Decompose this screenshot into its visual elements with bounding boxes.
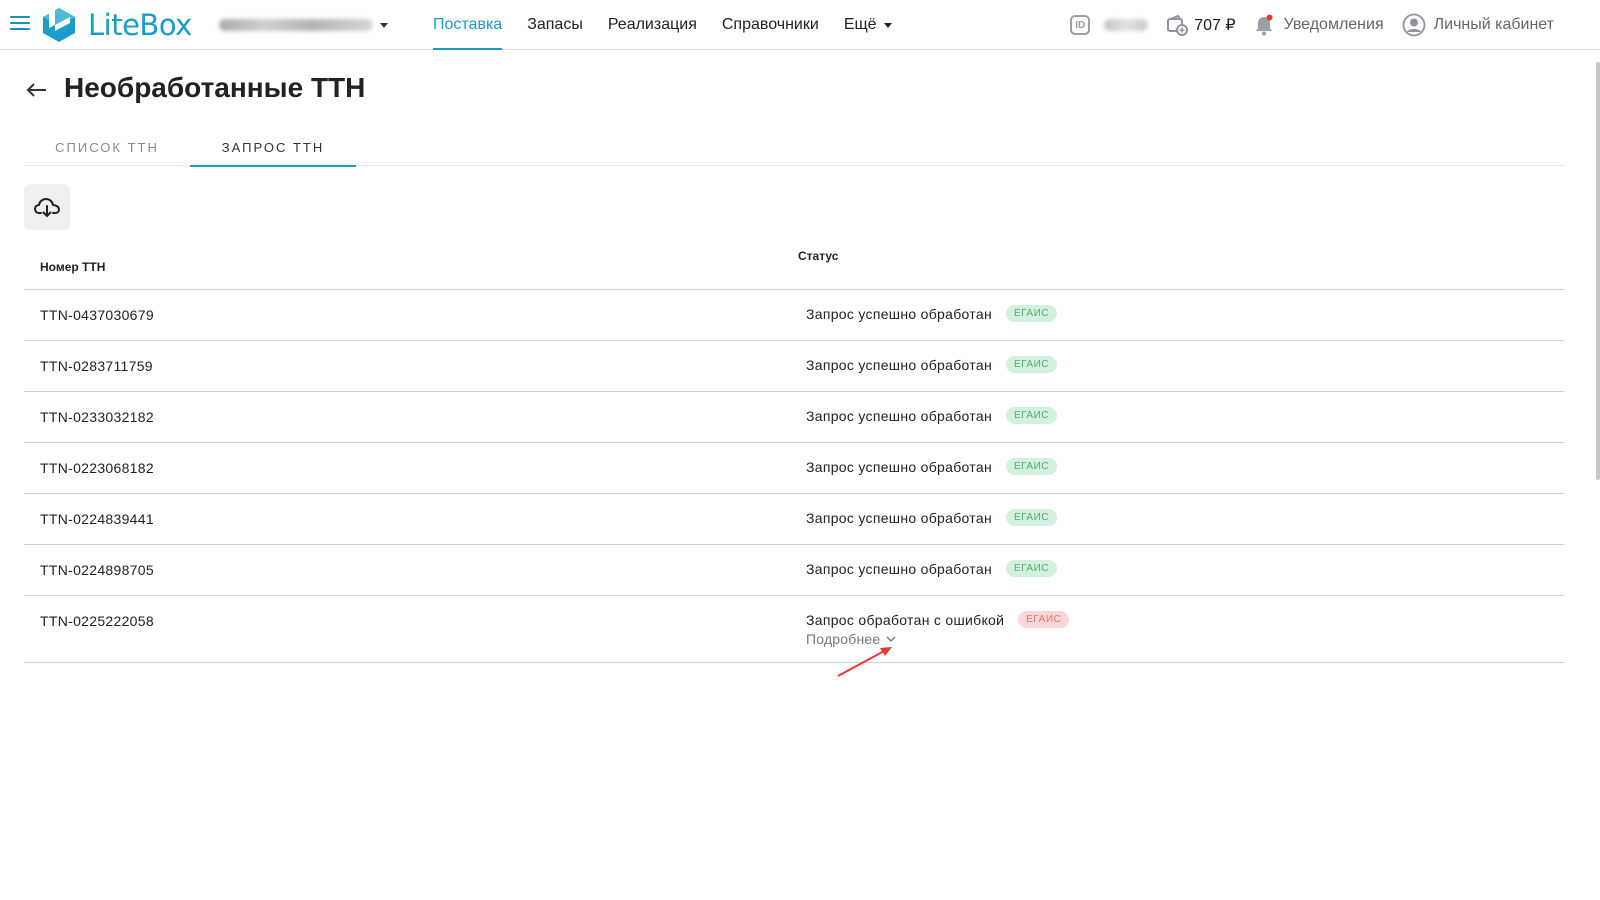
notifications-link[interactable]: Уведомления xyxy=(1284,16,1384,34)
table-row[interactable]: TTN-0224839441 Запрос успешно обработан ЕГ… xyxy=(24,494,1564,545)
table-header: Номер ТТН Статус xyxy=(24,240,1564,290)
top-bar: LiteBox Поставка Запасы Реализация Справ… xyxy=(0,0,1600,50)
bell-icon[interactable] xyxy=(1254,14,1274,36)
table-row[interactable]: TTN-0224898705 Запрос успешно обработан ЕГ… xyxy=(24,545,1564,596)
status-badge: ЕГАИС xyxy=(1005,509,1057,526)
menu-icon[interactable] xyxy=(10,16,30,32)
table-body: TTN-0437030679 Запрос успешно обработан ЕГ… xyxy=(24,290,1564,663)
cloud-download-icon xyxy=(34,198,60,217)
nav-item-sales[interactable]: Реализация xyxy=(608,0,697,50)
id-icon: ID xyxy=(1070,15,1091,35)
ttn-number: TTN-0283711759 xyxy=(40,358,153,374)
status-badge: ЕГАИС xyxy=(1005,458,1057,475)
litebox-logo-icon xyxy=(43,8,75,42)
ttn-number: TTN-0225222058 xyxy=(40,613,154,629)
tab-ttn-list[interactable]: СПИСОК ТТН xyxy=(24,128,190,166)
status-text: Запрос успешно обработан xyxy=(806,408,992,424)
status-text: Запрос успешно обработан xyxy=(806,306,992,322)
user-icon[interactable] xyxy=(1402,13,1426,37)
table-row[interactable]: TTN-0283711759 Запрос успешно обработан ЕГ… xyxy=(24,341,1564,392)
main-nav: Поставка Запасы Реализация Справочники Е… xyxy=(433,0,917,50)
nav-item-label: Запасы xyxy=(527,16,583,33)
download-button[interactable] xyxy=(24,184,70,230)
column-header-status[interactable]: Статус xyxy=(798,249,838,263)
ttn-number: TTN-0223068182 xyxy=(40,460,154,476)
caret-down-icon xyxy=(883,22,892,28)
header-tools: ID 707 ₽ Уведомления Личный кабинет xyxy=(1070,0,1600,50)
nav-item-stock[interactable]: Запасы xyxy=(527,0,583,50)
status-badge: ЕГАИС xyxy=(1005,560,1057,577)
organization-selector[interactable] xyxy=(219,15,388,35)
status-text: Запрос успешно обработан xyxy=(806,459,992,475)
nav-item-directories[interactable]: Справочники xyxy=(722,0,819,50)
status-text: Запрос успешно обработан xyxy=(806,357,992,373)
details-toggle[interactable]: Подробнее xyxy=(806,631,896,647)
page-title: Необработанные ТТН xyxy=(64,72,366,103)
tabs: СПИСОК ТТН ЗАПРОС ТТН xyxy=(24,128,1564,167)
logo[interactable]: LiteBox xyxy=(40,5,192,45)
status-text: Запрос успешно обработан xyxy=(806,561,992,577)
status-badge: ЕГАИС xyxy=(1005,407,1057,424)
nav-item-supply[interactable]: Поставка xyxy=(433,0,503,50)
tab-label: СПИСОК ТТН xyxy=(55,139,159,155)
id-icon-label: ID xyxy=(1075,19,1086,31)
table-row[interactable]: TTN-0437030679 Запрос успешно обработан ЕГ… xyxy=(24,290,1564,341)
nav-item-label: Поставка xyxy=(433,16,503,33)
balance-amount[interactable]: 707 ₽ xyxy=(1194,15,1235,35)
tab-label: ЗАПРОС ТТН xyxy=(221,139,325,155)
brand-name: LiteBox xyxy=(88,8,192,42)
ttn-table: Номер ТТН Статус TTN-0437030679 Запрос ус… xyxy=(24,240,1564,663)
nav-item-more[interactable]: Ещё xyxy=(844,0,892,50)
account-id-redacted xyxy=(1104,19,1149,31)
chevron-down-icon xyxy=(886,636,896,643)
ttn-number: TTN-0437030679 xyxy=(40,307,154,323)
status-badge: ЕГАИС xyxy=(1005,305,1057,322)
status-text: Запрос обработан с ошибкой xyxy=(806,612,1005,628)
tab-ttn-request[interactable]: ЗАПРОС ТТН xyxy=(190,128,356,167)
details-toggle-label: Подробнее xyxy=(806,631,881,647)
ttn-number: TTN-0224839441 xyxy=(40,511,154,527)
nav-item-label: Реализация xyxy=(607,16,697,33)
account-link[interactable]: Личный кабинет xyxy=(1434,16,1554,34)
column-header-number[interactable]: Номер ТТН xyxy=(40,260,105,274)
back-arrow-icon[interactable] xyxy=(24,80,48,100)
status-text: Запрос успешно обработан xyxy=(806,510,992,526)
scrollbar[interactable] xyxy=(1596,62,1600,480)
nav-item-label: Справочники xyxy=(721,16,819,33)
table-row[interactable]: TTN-0223068182 Запрос успешно обработан ЕГ… xyxy=(24,443,1564,494)
wallet-icon[interactable] xyxy=(1166,14,1189,36)
caret-down-icon xyxy=(380,22,388,28)
table-row[interactable]: TTN-0233032182 Запрос успешно обработан ЕГ… xyxy=(24,392,1564,443)
nav-item-label: Ещё xyxy=(843,16,877,33)
ttn-number: TTN-0224898705 xyxy=(40,562,154,578)
organization-name-redacted xyxy=(219,19,373,31)
table-row[interactable]: TTN-0225222058 Запрос обработан с ошибкой… xyxy=(24,596,1564,663)
status-badge: ЕГАИС xyxy=(1005,356,1057,373)
ttn-number: TTN-0233032182 xyxy=(40,409,154,425)
status-badge: ЕГАИС xyxy=(1018,611,1070,628)
